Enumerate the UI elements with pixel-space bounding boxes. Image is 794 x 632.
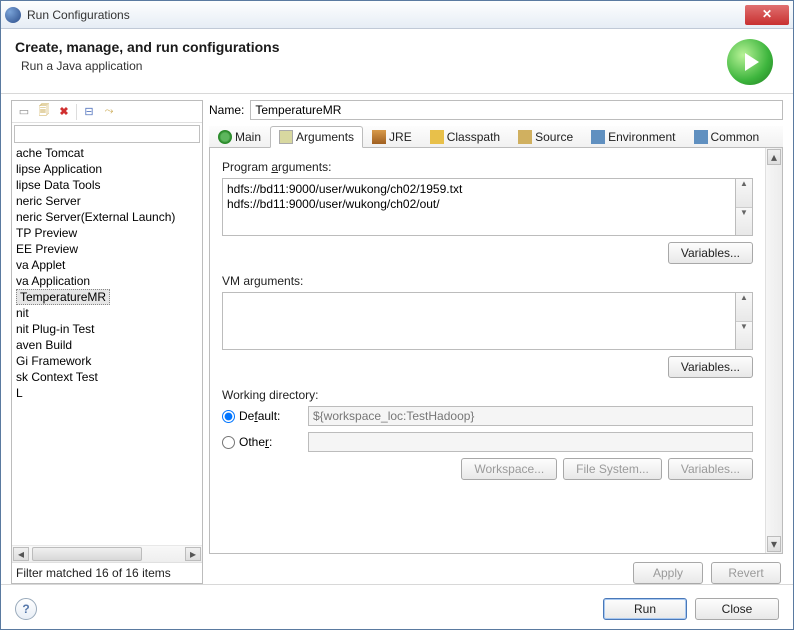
window-close-button[interactable]: ✕ <box>745 5 789 25</box>
program-args-spinner[interactable]: ▲▼ <box>736 178 753 236</box>
tab-jre[interactable]: JRE <box>363 126 421 147</box>
tab-arguments[interactable]: Arguments <box>270 126 363 148</box>
tree-item[interactable]: nit Plug-in Test <box>12 321 202 337</box>
tab-label: Environment <box>608 130 675 144</box>
other-radio[interactable] <box>222 436 235 449</box>
cls-icon <box>430 130 444 144</box>
program-args-textarea[interactable] <box>222 178 736 236</box>
other-dir-field <box>308 432 753 452</box>
tree-item[interactable]: neric Server(External Launch) <box>12 209 202 225</box>
default-radio-label: Default: <box>239 409 280 423</box>
tree-item[interactable]: lipse Application <box>12 161 202 177</box>
program-args-label: Program arguments: <box>222 160 753 174</box>
scroll-up-icon[interactable]: ▴ <box>767 149 781 165</box>
header: Create, manage, and run configurations R… <box>1 29 793 94</box>
tab-label: Classpath <box>447 130 500 144</box>
default-radio[interactable] <box>222 410 235 423</box>
tab-label: Common <box>711 130 760 144</box>
tab-environment[interactable]: Environment <box>582 126 684 147</box>
tree-item[interactable]: TP Preview <box>12 225 202 241</box>
other-radio-label: Other: <box>239 435 272 449</box>
page-title: Create, manage, and run configurations <box>15 39 727 55</box>
default-radio-row[interactable]: Default: <box>222 409 302 423</box>
eclipse-icon <box>5 7 21 23</box>
vm-args-spinner[interactable]: ▲▼ <box>736 292 753 350</box>
tree-item[interactable]: TemperatureMR <box>16 289 110 305</box>
name-input[interactable] <box>250 100 783 120</box>
working-dir-label: Working directory: <box>222 388 753 402</box>
tab-source[interactable]: Source <box>509 126 582 147</box>
src-icon <box>518 130 532 144</box>
config-tree[interactable]: ache Tomcatlipse Applicationlipse Data T… <box>12 145 202 545</box>
tab-common[interactable]: Common <box>685 126 769 147</box>
scroll-down-icon[interactable]: ▾ <box>767 536 781 552</box>
v-scrollbar[interactable]: ▴ ▾ <box>765 148 782 553</box>
workspace-button[interactable]: Workspace... <box>461 458 557 480</box>
tree-item[interactable]: ache Tomcat <box>12 145 202 161</box>
scroll-thumb[interactable] <box>32 547 142 561</box>
delete-config-icon[interactable]: ✖ <box>56 104 72 120</box>
run-button[interactable]: Run <box>603 598 687 620</box>
tree-item[interactable]: aven Build <box>12 337 202 353</box>
args-icon <box>279 130 293 144</box>
configurations-panel: ▭ 🗐 ✖ ⊟ ⤳ ache Tomcatlipse Applicationli… <box>11 100 203 584</box>
filter-status: Filter matched 16 of 16 items <box>12 562 202 583</box>
toolbar-separator <box>76 104 77 120</box>
jre-icon <box>372 130 386 144</box>
scroll-right-icon[interactable]: ▸ <box>185 547 201 561</box>
wd-variables-button[interactable]: Variables... <box>668 458 753 480</box>
titlebar: Run Configurations ✕ <box>1 1 793 29</box>
default-dir-field <box>308 406 753 426</box>
footer: ? Run Close <box>1 584 793 632</box>
filter-icon[interactable]: ⤳ <box>101 104 117 120</box>
revert-button[interactable]: Revert <box>711 562 781 584</box>
config-editor: Name: Main Arguments JRE Classpath Source Env… <box>209 100 783 584</box>
tab-bar: Main Arguments JRE Classpath Source Environme… <box>209 126 783 148</box>
tab-label: Arguments <box>296 130 354 144</box>
scroll-left-icon[interactable]: ◂ <box>13 547 29 561</box>
vm-args-label: VM arguments: <box>222 274 753 288</box>
tree-item[interactable]: EE Preview <box>12 241 202 257</box>
tree-item[interactable]: va Applet <box>12 257 202 273</box>
close-button[interactable]: Close <box>695 598 779 620</box>
tree-item[interactable]: Gi Framework <box>12 353 202 369</box>
tree-item[interactable]: nit <box>12 305 202 321</box>
tree-item[interactable]: va Application <box>12 273 202 289</box>
tab-main[interactable]: Main <box>209 126 270 147</box>
tab-label: JRE <box>389 130 412 144</box>
filesystem-button[interactable]: File System... <box>563 458 662 480</box>
duplicate-config-icon[interactable]: 🗐 <box>36 104 52 120</box>
left-toolbar: ▭ 🗐 ✖ ⊟ ⤳ <box>12 101 202 123</box>
vm-variables-button[interactable]: Variables... <box>668 356 753 378</box>
new-config-icon[interactable]: ▭ <box>16 104 32 120</box>
collapse-all-icon[interactable]: ⊟ <box>81 104 97 120</box>
tree-item[interactable]: sk Context Test <box>12 369 202 385</box>
arguments-panel: Program arguments: ▲▼ Variables... VM ar… <box>210 148 765 553</box>
program-variables-button[interactable]: Variables... <box>668 242 753 264</box>
com-icon <box>694 130 708 144</box>
name-label: Name: <box>209 103 244 117</box>
tree-item[interactable]: neric Server <box>12 193 202 209</box>
vm-args-textarea[interactable] <box>222 292 736 350</box>
tab-label: Source <box>535 130 573 144</box>
tab-label: Main <box>235 130 261 144</box>
other-radio-row[interactable]: Other: <box>222 435 302 449</box>
run-hero-icon <box>727 39 773 85</box>
apply-button[interactable]: Apply <box>633 562 703 584</box>
tree-item[interactable]: lipse Data Tools <box>12 177 202 193</box>
page-subtitle: Run a Java application <box>21 59 727 73</box>
window-title: Run Configurations <box>27 8 130 22</box>
tab-classpath[interactable]: Classpath <box>421 126 509 147</box>
main-icon <box>218 130 232 144</box>
env-icon <box>591 130 605 144</box>
tree-item[interactable]: L <box>12 385 202 401</box>
h-scrollbar[interactable]: ◂ ▸ <box>12 545 202 562</box>
filter-input[interactable] <box>14 125 200 143</box>
help-icon[interactable]: ? <box>15 598 37 620</box>
